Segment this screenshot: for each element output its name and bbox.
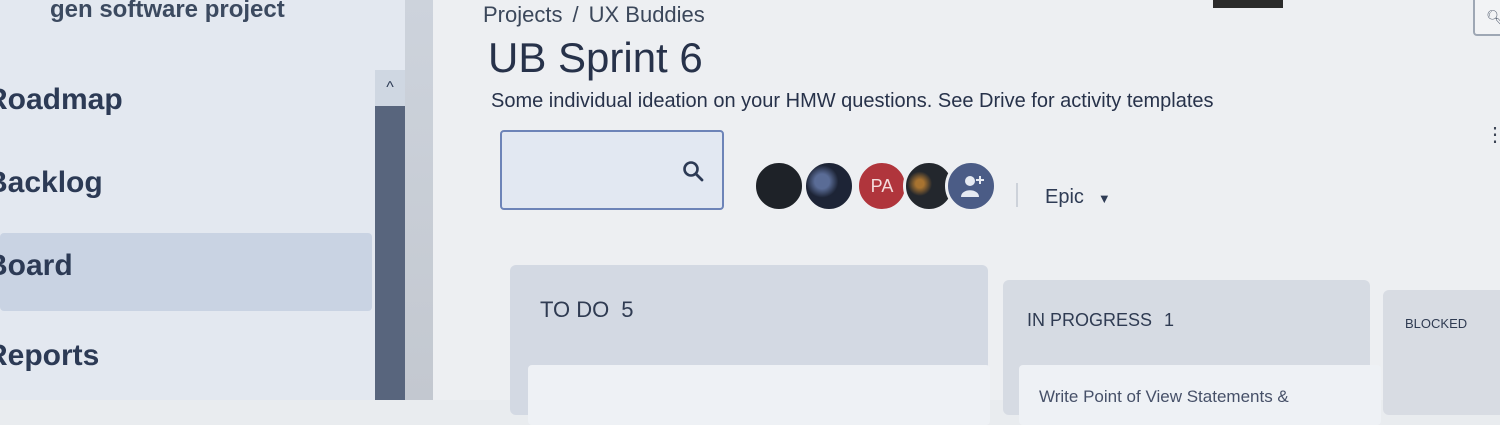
sidebar-divider [405,0,433,400]
issue-card-title: Write Point of View Statements & [1039,387,1289,406]
column-todo: TO DO 5 [510,265,990,425]
search-icon [683,161,704,182]
avatar[interactable] [753,160,805,212]
sidebar-item-board[interactable]: Board [0,249,73,283]
sprint-description: Some individual ideation on your HMW que… [491,90,1214,112]
chevron-up-icon: ^ [386,79,394,96]
scroll-up-button[interactable]: ^ [375,70,405,106]
sidebar-item-reports[interactable]: Reports [0,339,99,373]
column-count: 5 [621,297,634,322]
issue-card[interactable] [528,365,990,425]
more-menu-icon[interactable]: ⋮ [1485,122,1500,147]
add-people-icon [961,176,984,197]
column-title: BLOCKED [1405,316,1468,331]
breadcrumb-separator: / [572,2,579,27]
column-blocked: BLOCKED [1383,290,1500,415]
sidebar-item-roadmap[interactable]: Roadmap [0,83,123,117]
column-header: BLOCKED [1405,316,1467,331]
sidebar-item-backlog[interactable]: Backlog [0,166,103,200]
search-icon: 🔍︎ [1486,9,1500,25]
epic-filter-dropdown[interactable]: Epic ▼ [1045,186,1111,209]
search-input[interactable] [500,130,724,210]
toolbar-divider [1016,183,1018,207]
epic-filter-label: Epic [1045,186,1084,208]
add-people-button[interactable] [945,160,997,212]
breadcrumb-ux-buddies[interactable]: UX Buddies [589,2,705,27]
sidebar: gen software project Roadmap Backlog Boa… [0,0,405,400]
sidebar-scrollbar[interactable] [375,70,405,400]
column-in-progress: IN PROGRESS 1 Write Point of View Stateme… [1003,280,1381,425]
project-name: gen software project [50,0,285,23]
column-count: 1 [1164,310,1175,330]
column-header: IN PROGRESS 1 [1027,310,1174,331]
main-content: 🔍︎ Projects / UX Buddies UB Sprint 6 Some … [433,0,1500,425]
column-title: IN PROGRESS [1027,310,1153,330]
avatar[interactable] [803,160,855,212]
column-title: TO DO [540,297,610,322]
search-shortcut-button[interactable]: 🔍︎ [1473,0,1500,36]
top-bar-element [1213,0,1283,8]
issue-card[interactable]: Write Point of View Statements & [1019,365,1381,425]
chevron-down-icon: ▼ [1097,191,1111,206]
column-header: TO DO 5 [540,297,634,323]
page-title: UB Sprint 6 [488,34,703,81]
breadcrumb-projects[interactable]: Projects [483,2,562,27]
avatar-pa[interactable]: PA [856,160,908,212]
breadcrumb: Projects / UX Buddies [483,2,705,28]
